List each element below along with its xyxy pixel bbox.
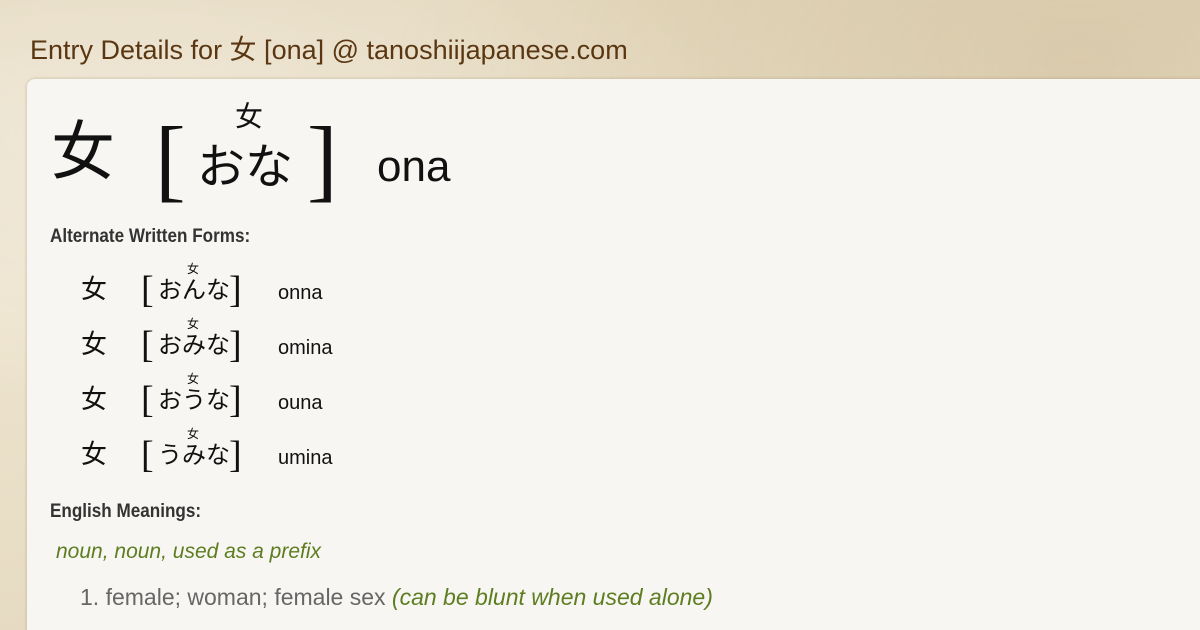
meaning-number: 1. <box>80 584 100 610</box>
alternate-forms-heading: Alternate Written Forms: <box>50 226 251 247</box>
alternate-form-bracket-close: ] <box>229 434 242 476</box>
alternate-form-furigana: 女 <box>187 372 200 386</box>
part-of-speech: noun, noun, used as a prefix <box>56 540 322 563</box>
meaning-note: (can be blunt when used alone) <box>391 584 713 610</box>
alternate-form-kanji: 女 <box>81 440 108 470</box>
alternate-form-row: 女 [ 女 うみな ] umina <box>27 428 627 478</box>
alternate-form-bracket-open: [ <box>141 324 154 366</box>
alternate-form-bracket-open: [ <box>141 379 154 421</box>
alternate-form-kana: おんな <box>158 276 230 304</box>
alternate-form-romaji: umina <box>278 447 333 469</box>
alternate-form-furigana: 女 <box>187 317 200 331</box>
entry-bracket-open: [ <box>155 108 186 210</box>
english-meanings-heading: English Meanings: <box>50 501 202 522</box>
alternate-form-kana: おみな <box>158 331 230 359</box>
alternate-form-bracket-open: [ <box>141 434 154 476</box>
alternate-form-romaji: onna <box>278 282 323 304</box>
alternate-form-romaji: omina <box>278 337 333 359</box>
alternate-form-row: 女 [ 女 おみな ] omina <box>27 318 627 368</box>
entry-kana: おな <box>197 139 294 195</box>
alternate-form-kanji: 女 <box>81 330 108 360</box>
alternate-form-bracket-close: ] <box>229 269 242 311</box>
entry-bracket-close: ] <box>307 108 338 210</box>
alternate-form-furigana: 女 <box>187 262 200 276</box>
alternate-form-kana: おうな <box>158 386 230 414</box>
alternate-form-row: 女 [ 女 おうな ] ouna <box>27 373 627 423</box>
alternate-form-furigana: 女 <box>187 427 200 441</box>
alternate-form-romaji: ouna <box>278 392 323 414</box>
meaning-item: 1. female; woman; female sex (can be blu… <box>80 584 713 611</box>
alternate-form-kana: うみな <box>158 441 230 469</box>
alternate-form-bracket-close: ] <box>229 324 242 366</box>
page-title: Entry Details for 女 [ona] @ tanoshiijapa… <box>30 35 628 65</box>
entry-kanji: 女 <box>51 116 115 190</box>
entry-romaji: ona <box>377 142 451 191</box>
alternate-form-row: 女 [ 女 おんな ] onna <box>27 263 627 313</box>
alternate-form-bracket-open: [ <box>141 269 154 311</box>
alternate-form-kanji: 女 <box>81 275 108 305</box>
entry-card: 女 [ 女 おな ] ona Alternate Written Forms: … <box>27 79 1200 630</box>
alternate-form-kanji: 女 <box>81 385 108 415</box>
alternate-form-bracket-close: ] <box>229 379 242 421</box>
meaning-text: female; woman; female sex <box>105 584 386 610</box>
entry-furigana: 女 <box>235 100 264 133</box>
